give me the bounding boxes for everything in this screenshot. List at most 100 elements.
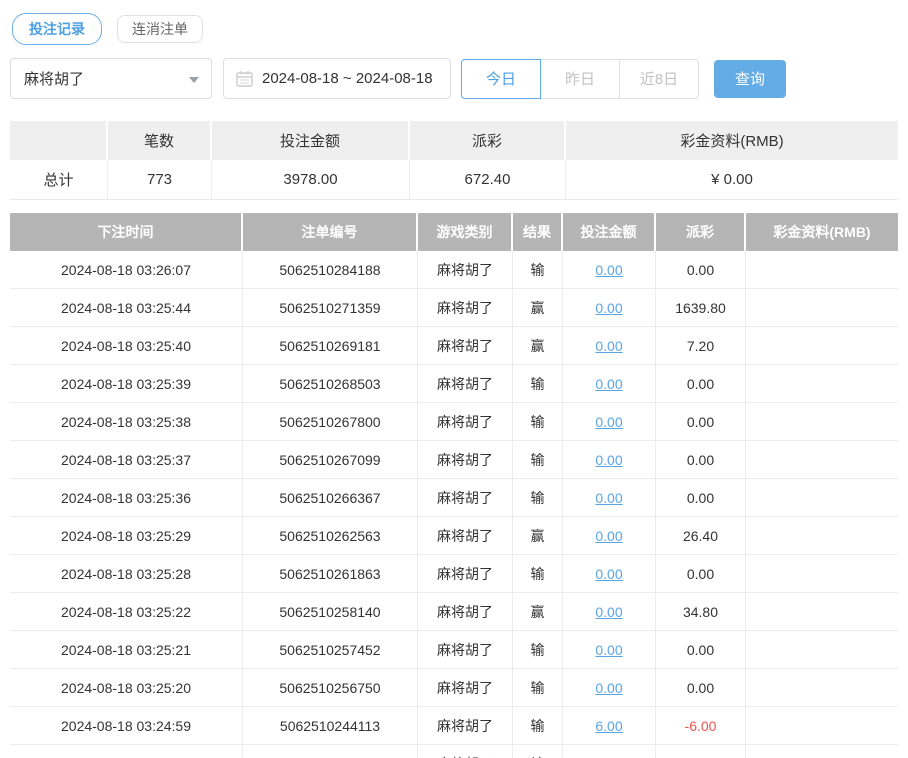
bonus-cell: [746, 327, 898, 364]
bet-amount-link[interactable]: 0.00: [595, 642, 622, 658]
quick-date-button-group: 今日 昨日 近8日: [461, 58, 699, 99]
bet-amount-link[interactable]: 0.00: [595, 262, 622, 278]
bet-time-cell: 2024-08-18 03:25:22: [10, 593, 243, 630]
bet-time-value: 2024-08-18 03:25:37: [61, 451, 191, 468]
payout-cell: 0.00: [656, 251, 746, 288]
table-row: 2024-08-18 03:24:585062510243994 麻将胡了 输 6.0…: [10, 745, 898, 758]
result-cell: 输: [513, 555, 563, 592]
bet-time-cell: 2024-08-18 03:26:07: [10, 251, 243, 288]
result-value: 输: [530, 679, 545, 696]
order-number-cell: 5062510269181: [243, 327, 418, 364]
payout-value: 34.80: [682, 603, 719, 620]
payout-cell: 34.80: [656, 593, 746, 630]
table-row: 2024-08-18 03:25:22 5062510258140 麻将胡了 赢 0.0…: [10, 593, 898, 631]
game-type-cell: 麻将胡了: [418, 365, 513, 402]
date-range-picker[interactable]: 2024-08-18 ~ 2024-08-18: [223, 58, 451, 99]
order-number-value: 5062510269181: [279, 337, 381, 354]
bet-amount-cell: 0.00: [563, 479, 656, 516]
result-cell: 赢: [513, 593, 563, 630]
result-cell: 输: [513, 403, 563, 440]
result-value: 输: [531, 754, 545, 758]
order-number-value: 5062510258140: [279, 603, 381, 620]
result-cell: 输: [513, 745, 563, 758]
payout-cell: 0.00: [656, 555, 746, 592]
bet-amount-link[interactable]: 0.00: [595, 414, 622, 430]
bonus-cell: [746, 403, 898, 440]
result-cell: 输: [513, 707, 563, 744]
bet-amount-link[interactable]: 0.00: [595, 300, 622, 316]
today-button[interactable]: 今日: [461, 58, 541, 99]
bonus-cell: [746, 289, 898, 326]
payout-cell: 26.40: [656, 517, 746, 554]
header-bet-time: 下注时间: [10, 213, 243, 251]
bet-amount-link[interactable]: 0.00: [595, 376, 622, 392]
payout-value: -6.00: [684, 717, 717, 734]
game-type-cell: 麻将胡了: [418, 669, 513, 706]
result-value: 输: [530, 489, 545, 506]
order-number-cell: 5062510258140: [243, 593, 418, 630]
payout-value: 0.00: [686, 451, 715, 468]
order-number-cell: 5062510262563: [243, 517, 418, 554]
bet-time-value: 2024-08-18 03:25:20: [61, 679, 191, 696]
result-value: 赢: [530, 603, 545, 620]
game-type-select[interactable]: 麻将胡了: [10, 58, 212, 99]
bet-amount-link[interactable]: 0.00: [595, 490, 622, 506]
payout-cell: 7.20: [656, 327, 746, 364]
payout-cell: 0.00: [656, 365, 746, 402]
bet-time-value: 2024-08-18 03:25:29: [61, 527, 191, 544]
bet-amount-link[interactable]: 0.00: [595, 528, 622, 544]
game-type-cell: 麻将胡了: [418, 479, 513, 516]
bonus-cell: [746, 631, 898, 668]
date-range-value: 2024-08-18 ~ 2024-08-18: [262, 70, 433, 87]
bet-time-cell: 2024-08-18 03:24:58: [10, 745, 243, 758]
bet-time-cell: 2024-08-18 03:25:40: [10, 327, 243, 364]
header-result: 结果: [513, 213, 563, 251]
bet-records-table: 下注时间 注单编号 游戏类别 结果 投注金额 派彩 彩金资料(RMB) 2024…: [10, 213, 898, 758]
summary-header-payout: 派彩: [410, 121, 566, 160]
order-number-value: 5062510267800: [279, 413, 381, 430]
header-bet-amount: 投注金额: [563, 213, 656, 251]
tab-cancelled-orders[interactable]: 连消注单: [117, 15, 203, 43]
table-row: 2024-08-18 03:25:36 5062510266367 麻将胡了 输 0.0…: [10, 479, 898, 517]
payout-cell: 0.00: [656, 479, 746, 516]
payout-cell: -6.00: [656, 745, 746, 758]
bet-time-value: 2024-08-18 03:25:40: [61, 337, 191, 354]
bet-amount-link[interactable]: 0.00: [595, 566, 622, 582]
bet-amount-link[interactable]: 0.00: [595, 604, 622, 620]
tab-betting-records[interactable]: 投注记录: [12, 13, 102, 45]
yesterday-button[interactable]: 昨日: [540, 58, 620, 99]
bet-amount-link[interactable]: 0.00: [595, 680, 622, 696]
result-cell: 输: [513, 631, 563, 668]
payout-value: 0.00: [686, 489, 715, 506]
table-row: 2024-08-18 03:25:29 5062510262563 麻将胡了 赢 0.0…: [10, 517, 898, 555]
bet-time-value: 2024-08-18 03:25:22: [61, 603, 191, 620]
bet-amount-link[interactable]: 0.00: [595, 338, 622, 354]
header-order-number: 注单编号: [243, 213, 418, 251]
chevron-down-icon: [189, 77, 199, 83]
game-type-cell: 麻将胡了: [418, 251, 513, 288]
game-type-cell: 麻将胡了: [418, 593, 513, 630]
query-button[interactable]: 查询: [714, 59, 786, 98]
bet-time-cell: 2024-08-18 03:25:44: [10, 289, 243, 326]
last-8-days-button[interactable]: 近8日: [619, 58, 699, 99]
table-header-row: 下注时间 注单编号 游戏类别 结果 投注金额 派彩 彩金资料(RMB): [10, 213, 898, 251]
bet-time-cell: 2024-08-18 03:25:29: [10, 517, 243, 554]
game-type-cell: 麻将胡了: [418, 327, 513, 364]
payout-cell: 0.00: [656, 441, 746, 478]
game-type-cell: 麻将胡了: [418, 707, 513, 744]
bet-amount-cell: 6.00: [563, 745, 656, 758]
payout-value: 0.00: [686, 413, 715, 430]
bet-amount-link[interactable]: 0.00: [595, 452, 622, 468]
bet-amount-cell: 0.00: [563, 289, 656, 326]
payout-value: 0.00: [686, 641, 715, 658]
result-value: 输: [530, 375, 545, 392]
payout-cell: 0.00: [656, 631, 746, 668]
bet-amount-cell: 6.00: [563, 707, 656, 744]
result-cell: 输: [513, 251, 563, 288]
summary-total-row: 总计 773 3978.00 672.40 ¥ 0.00: [10, 160, 898, 200]
bet-amount-cell: 0.00: [563, 251, 656, 288]
game-type-value: 麻将胡了: [437, 603, 493, 620]
payout-cell: 0.00: [656, 403, 746, 440]
bet-amount-link[interactable]: 6.00: [595, 718, 622, 734]
table-row: 2024-08-18 03:25:28 5062510261863 麻将胡了 输 0.0…: [10, 555, 898, 593]
